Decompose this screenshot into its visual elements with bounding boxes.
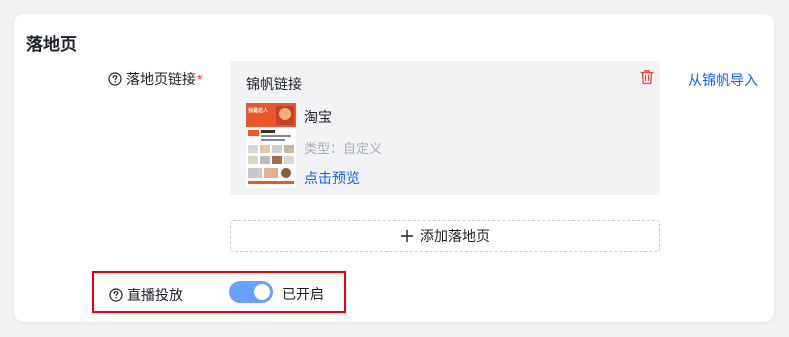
landing-box-title: 锦帆链接 <box>246 76 302 92</box>
landing-item-type: 类型：自定义 <box>304 138 382 157</box>
landing-page-link-label-text: 落地页链接 <box>126 71 196 87</box>
add-landing-page-label: 添加落地页 <box>420 228 490 244</box>
landing-page-thumbnail[interactable]: 我是达人 <box>246 103 296 188</box>
landing-page-box: 锦帆链接 我是达人 淘宝 类型：自定义 点击预览 <box>230 61 660 195</box>
trash-icon[interactable] <box>640 69 654 85</box>
toggle-status-text: 已开启 <box>282 286 324 302</box>
add-landing-page-button[interactable]: 添加落地页 <box>230 220 660 252</box>
preview-link[interactable]: 点击预览 <box>304 168 360 188</box>
landing-page-card: 落地页 落地页链接 * 锦帆链接 我是达人 淘宝 类型：自定义 点击预览 从锦帆… <box>14 14 774 322</box>
toggle-knob <box>254 284 270 300</box>
import-from-jinfan-link[interactable]: 从锦帆导入 <box>688 70 758 90</box>
plus-icon <box>400 229 414 243</box>
thumbnail-image <box>246 103 296 188</box>
type-value: 自定义 <box>343 141 383 156</box>
thumbnail-text: 我是达人 <box>248 108 269 114</box>
landing-item-name: 淘宝 <box>304 109 332 125</box>
help-icon[interactable] <box>109 288 123 302</box>
type-label: 类型： <box>304 141 344 156</box>
help-icon[interactable] <box>108 72 122 86</box>
required-asterisk: * <box>197 71 203 87</box>
live-broadcast-label-text: 直播投放 <box>127 287 183 303</box>
live-broadcast-toggle[interactable] <box>229 281 273 303</box>
section-title: 落地页 <box>26 35 77 54</box>
landing-page-link-label: 落地页链接 * <box>108 69 202 89</box>
live-broadcast-label: 直播投放 <box>109 285 183 305</box>
